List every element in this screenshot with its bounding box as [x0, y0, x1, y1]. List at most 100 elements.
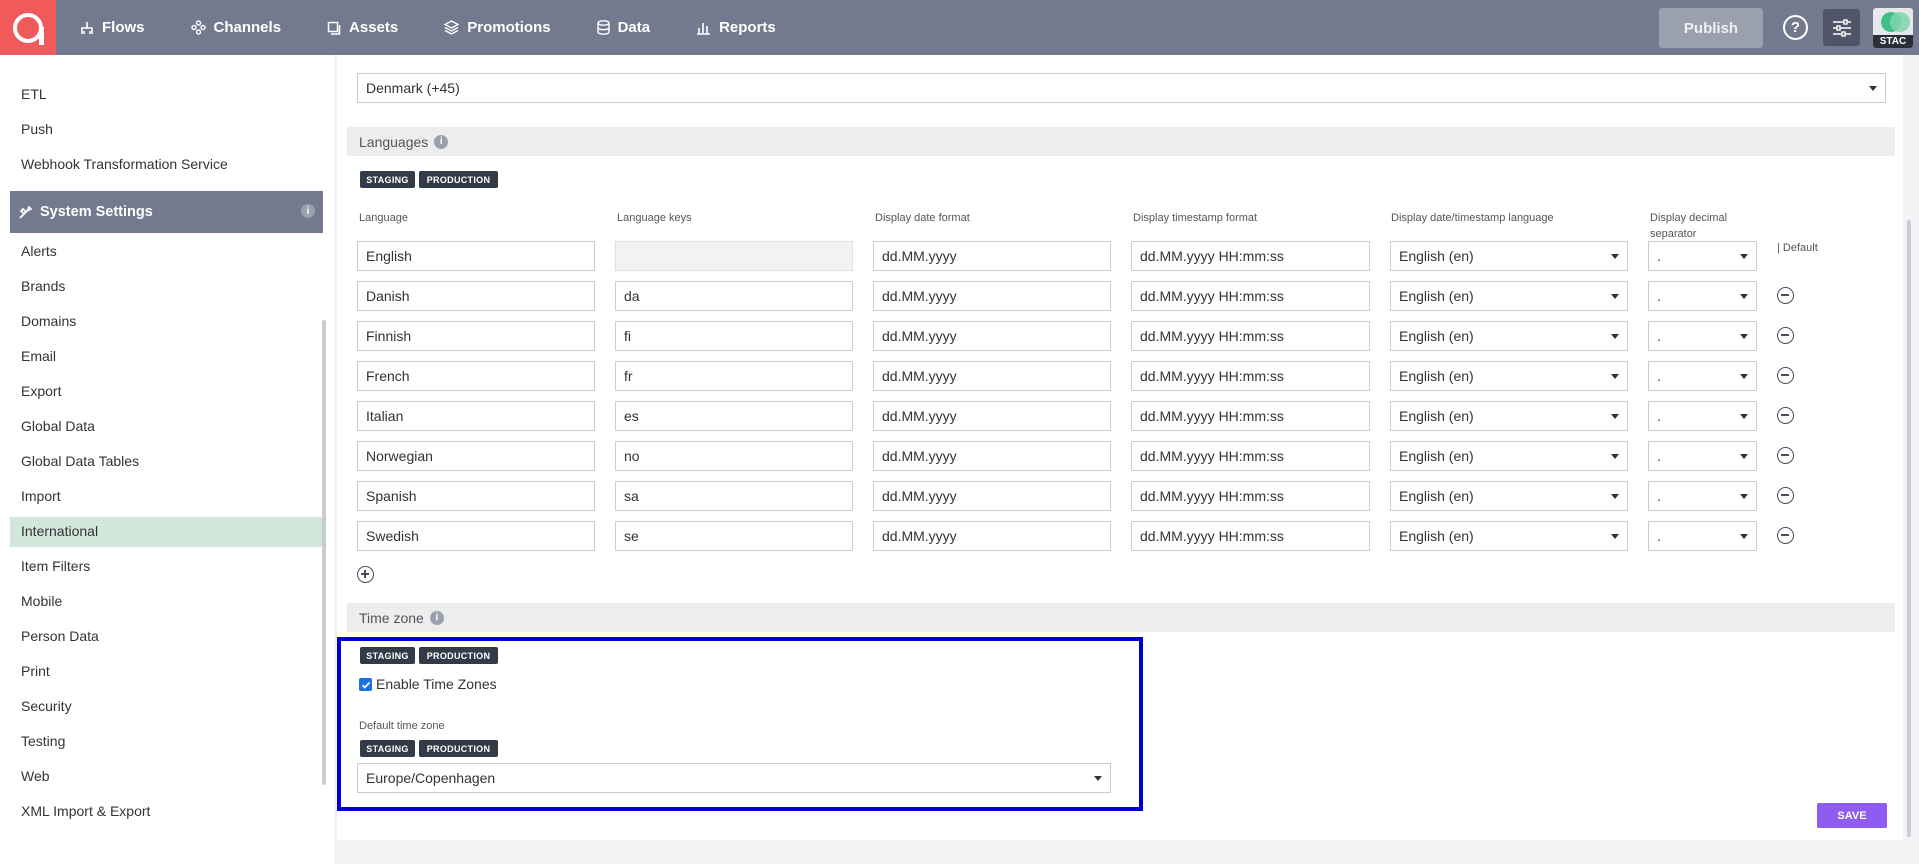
- save-button[interactable]: SAVE: [1817, 803, 1887, 828]
- timestamp-format-input[interactable]: dd.MM.yyyy HH:mm:ss: [1131, 521, 1370, 551]
- default-time-zone-select[interactable]: Europe/Copenhagen: [357, 763, 1111, 793]
- sidebar-item-mobile[interactable]: Mobile: [21, 593, 62, 609]
- add-language-icon[interactable]: [357, 566, 374, 583]
- language-key-input[interactable]: se: [615, 521, 853, 551]
- decimal-separator-select[interactable]: .: [1648, 281, 1757, 311]
- decimal-separator-select[interactable]: .: [1648, 361, 1757, 391]
- decimal-separator-select[interactable]: .: [1648, 321, 1757, 351]
- language-key-input[interactable]: no: [615, 441, 853, 471]
- date-format-input[interactable]: dd.MM.yyyy: [873, 441, 1111, 471]
- date-format-input[interactable]: dd.MM.yyyy: [873, 281, 1111, 311]
- remove-row-icon[interactable]: [1777, 287, 1794, 304]
- timestamp-format-input[interactable]: dd.MM.yyyy HH:mm:ss: [1131, 281, 1370, 311]
- sidebar-item-domains[interactable]: Domains: [21, 313, 76, 329]
- sidebar-item-web[interactable]: Web: [21, 768, 50, 784]
- nav-promotions[interactable]: Promotions: [444, 19, 551, 36]
- nav-channels[interactable]: Channels: [190, 19, 281, 36]
- language-name-input[interactable]: French: [357, 361, 595, 391]
- decimal-separator-select[interactable]: .: [1648, 481, 1757, 511]
- language-name-input[interactable]: Swedish: [357, 521, 595, 551]
- sidebar-item-xml-import-export[interactable]: XML Import & Export: [21, 803, 150, 819]
- sidebar-item-testing[interactable]: Testing: [21, 733, 65, 749]
- info-icon[interactable]: i: [434, 134, 449, 149]
- language-name-input[interactable]: Italian: [357, 401, 595, 431]
- sidebar-item-item-filters[interactable]: Item Filters: [21, 558, 90, 574]
- language-name-input[interactable]: Spanish: [357, 481, 595, 511]
- decimal-separator-select[interactable]: .: [1648, 401, 1757, 431]
- date-language-select[interactable]: English (en): [1390, 521, 1628, 551]
- language-key-input[interactable]: es: [615, 401, 853, 431]
- sidebar-scrollbar[interactable]: [322, 320, 326, 785]
- info-icon[interactable]: i: [429, 610, 444, 625]
- language-key-input[interactable]: sa: [615, 481, 853, 511]
- nav-reports[interactable]: Reports: [696, 19, 776, 36]
- sidebar-item-export[interactable]: Export: [21, 383, 61, 399]
- nav-label: Assets: [349, 19, 399, 36]
- sidebar-item-etl[interactable]: ETL: [21, 86, 47, 102]
- timestamp-format-input[interactable]: dd.MM.yyyy HH:mm:ss: [1131, 481, 1370, 511]
- date-format-input[interactable]: dd.MM.yyyy: [873, 361, 1111, 391]
- enable-time-zones-checkbox[interactable]: [359, 678, 372, 691]
- remove-row-icon[interactable]: [1777, 487, 1794, 504]
- language-key-input[interactable]: da: [615, 281, 853, 311]
- language-key-input[interactable]: fi: [615, 321, 853, 351]
- timestamp-format-input[interactable]: dd.MM.yyyy HH:mm:ss: [1131, 401, 1370, 431]
- date-format-input[interactable]: dd.MM.yyyy: [873, 521, 1111, 551]
- settings-button[interactable]: [1823, 9, 1860, 46]
- app-logo[interactable]: [0, 0, 56, 55]
- date-language-select[interactable]: English (en): [1390, 241, 1628, 271]
- enable-time-zones-label[interactable]: Enable Time Zones: [376, 676, 497, 692]
- date-language-select[interactable]: English (en): [1390, 281, 1628, 311]
- decimal-separator-select[interactable]: .: [1648, 441, 1757, 471]
- sidebar-section-system-settings[interactable]: System Settings i: [10, 191, 323, 233]
- sidebar-item-email[interactable]: Email: [21, 348, 56, 364]
- info-icon[interactable]: i: [301, 204, 315, 218]
- date-language-select[interactable]: English (en): [1390, 361, 1628, 391]
- main-scrollbar[interactable]: [1907, 220, 1911, 837]
- select-value: English (en): [1399, 248, 1474, 264]
- environment-badge[interactable]: STAC: [1873, 8, 1913, 48]
- date-format-input[interactable]: dd.MM.yyyy: [873, 321, 1111, 351]
- date-format-input[interactable]: dd.MM.yyyy: [873, 401, 1111, 431]
- help-icon[interactable]: ?: [1783, 15, 1808, 40]
- remove-row-icon[interactable]: [1777, 527, 1794, 544]
- date-format-input[interactable]: dd.MM.yyyy: [873, 481, 1111, 511]
- date-language-select[interactable]: English (en): [1390, 441, 1628, 471]
- date-format-input[interactable]: dd.MM.yyyy: [873, 241, 1111, 271]
- sidebar-item-international[interactable]: International: [21, 523, 98, 539]
- language-name-input[interactable]: English: [357, 241, 595, 271]
- language-name-input[interactable]: Norwegian: [357, 441, 595, 471]
- select-value: Denmark (+45): [366, 80, 460, 96]
- sidebar-item-webhook[interactable]: Webhook Transformation Service: [21, 156, 228, 172]
- language-key-input[interactable]: fr: [615, 361, 853, 391]
- sidebar-item-alerts[interactable]: Alerts: [21, 243, 57, 259]
- sidebar-item-import[interactable]: Import: [21, 488, 61, 504]
- date-language-select[interactable]: English (en): [1390, 401, 1628, 431]
- nav-assets[interactable]: Assets: [327, 19, 398, 36]
- timestamp-format-input[interactable]: dd.MM.yyyy HH:mm:ss: [1131, 441, 1370, 471]
- sidebar-item-security[interactable]: Security: [21, 698, 72, 714]
- sidebar-item-print[interactable]: Print: [21, 663, 50, 679]
- timestamp-format-input[interactable]: dd.MM.yyyy HH:mm:ss: [1131, 361, 1370, 391]
- language-name-input[interactable]: Finnish: [357, 321, 595, 351]
- nav-data[interactable]: Data: [596, 19, 650, 36]
- sidebar-item-global-data[interactable]: Global Data: [21, 418, 95, 434]
- decimal-separator-select[interactable]: .: [1648, 241, 1757, 271]
- nav-flows[interactable]: Flows: [80, 19, 145, 36]
- decimal-separator-select[interactable]: .: [1648, 521, 1757, 551]
- remove-row-icon[interactable]: [1777, 327, 1794, 344]
- country-code-select[interactable]: Denmark (+45): [357, 73, 1886, 103]
- date-language-select[interactable]: English (en): [1390, 481, 1628, 511]
- remove-row-icon[interactable]: [1777, 407, 1794, 424]
- sidebar-item-person-data[interactable]: Person Data: [21, 628, 99, 644]
- sidebar-item-global-data-tables[interactable]: Global Data Tables: [21, 453, 139, 469]
- date-language-select[interactable]: English (en): [1390, 321, 1628, 351]
- publish-button[interactable]: Publish: [1659, 8, 1763, 48]
- remove-row-icon[interactable]: [1777, 367, 1794, 384]
- timestamp-format-input[interactable]: dd.MM.yyyy HH:mm:ss: [1131, 241, 1370, 271]
- remove-row-icon[interactable]: [1777, 447, 1794, 464]
- timestamp-format-input[interactable]: dd.MM.yyyy HH:mm:ss: [1131, 321, 1370, 351]
- language-name-input[interactable]: Danish: [357, 281, 595, 311]
- sidebar-item-push[interactable]: Push: [21, 121, 53, 137]
- sidebar-item-brands[interactable]: Brands: [21, 278, 65, 294]
